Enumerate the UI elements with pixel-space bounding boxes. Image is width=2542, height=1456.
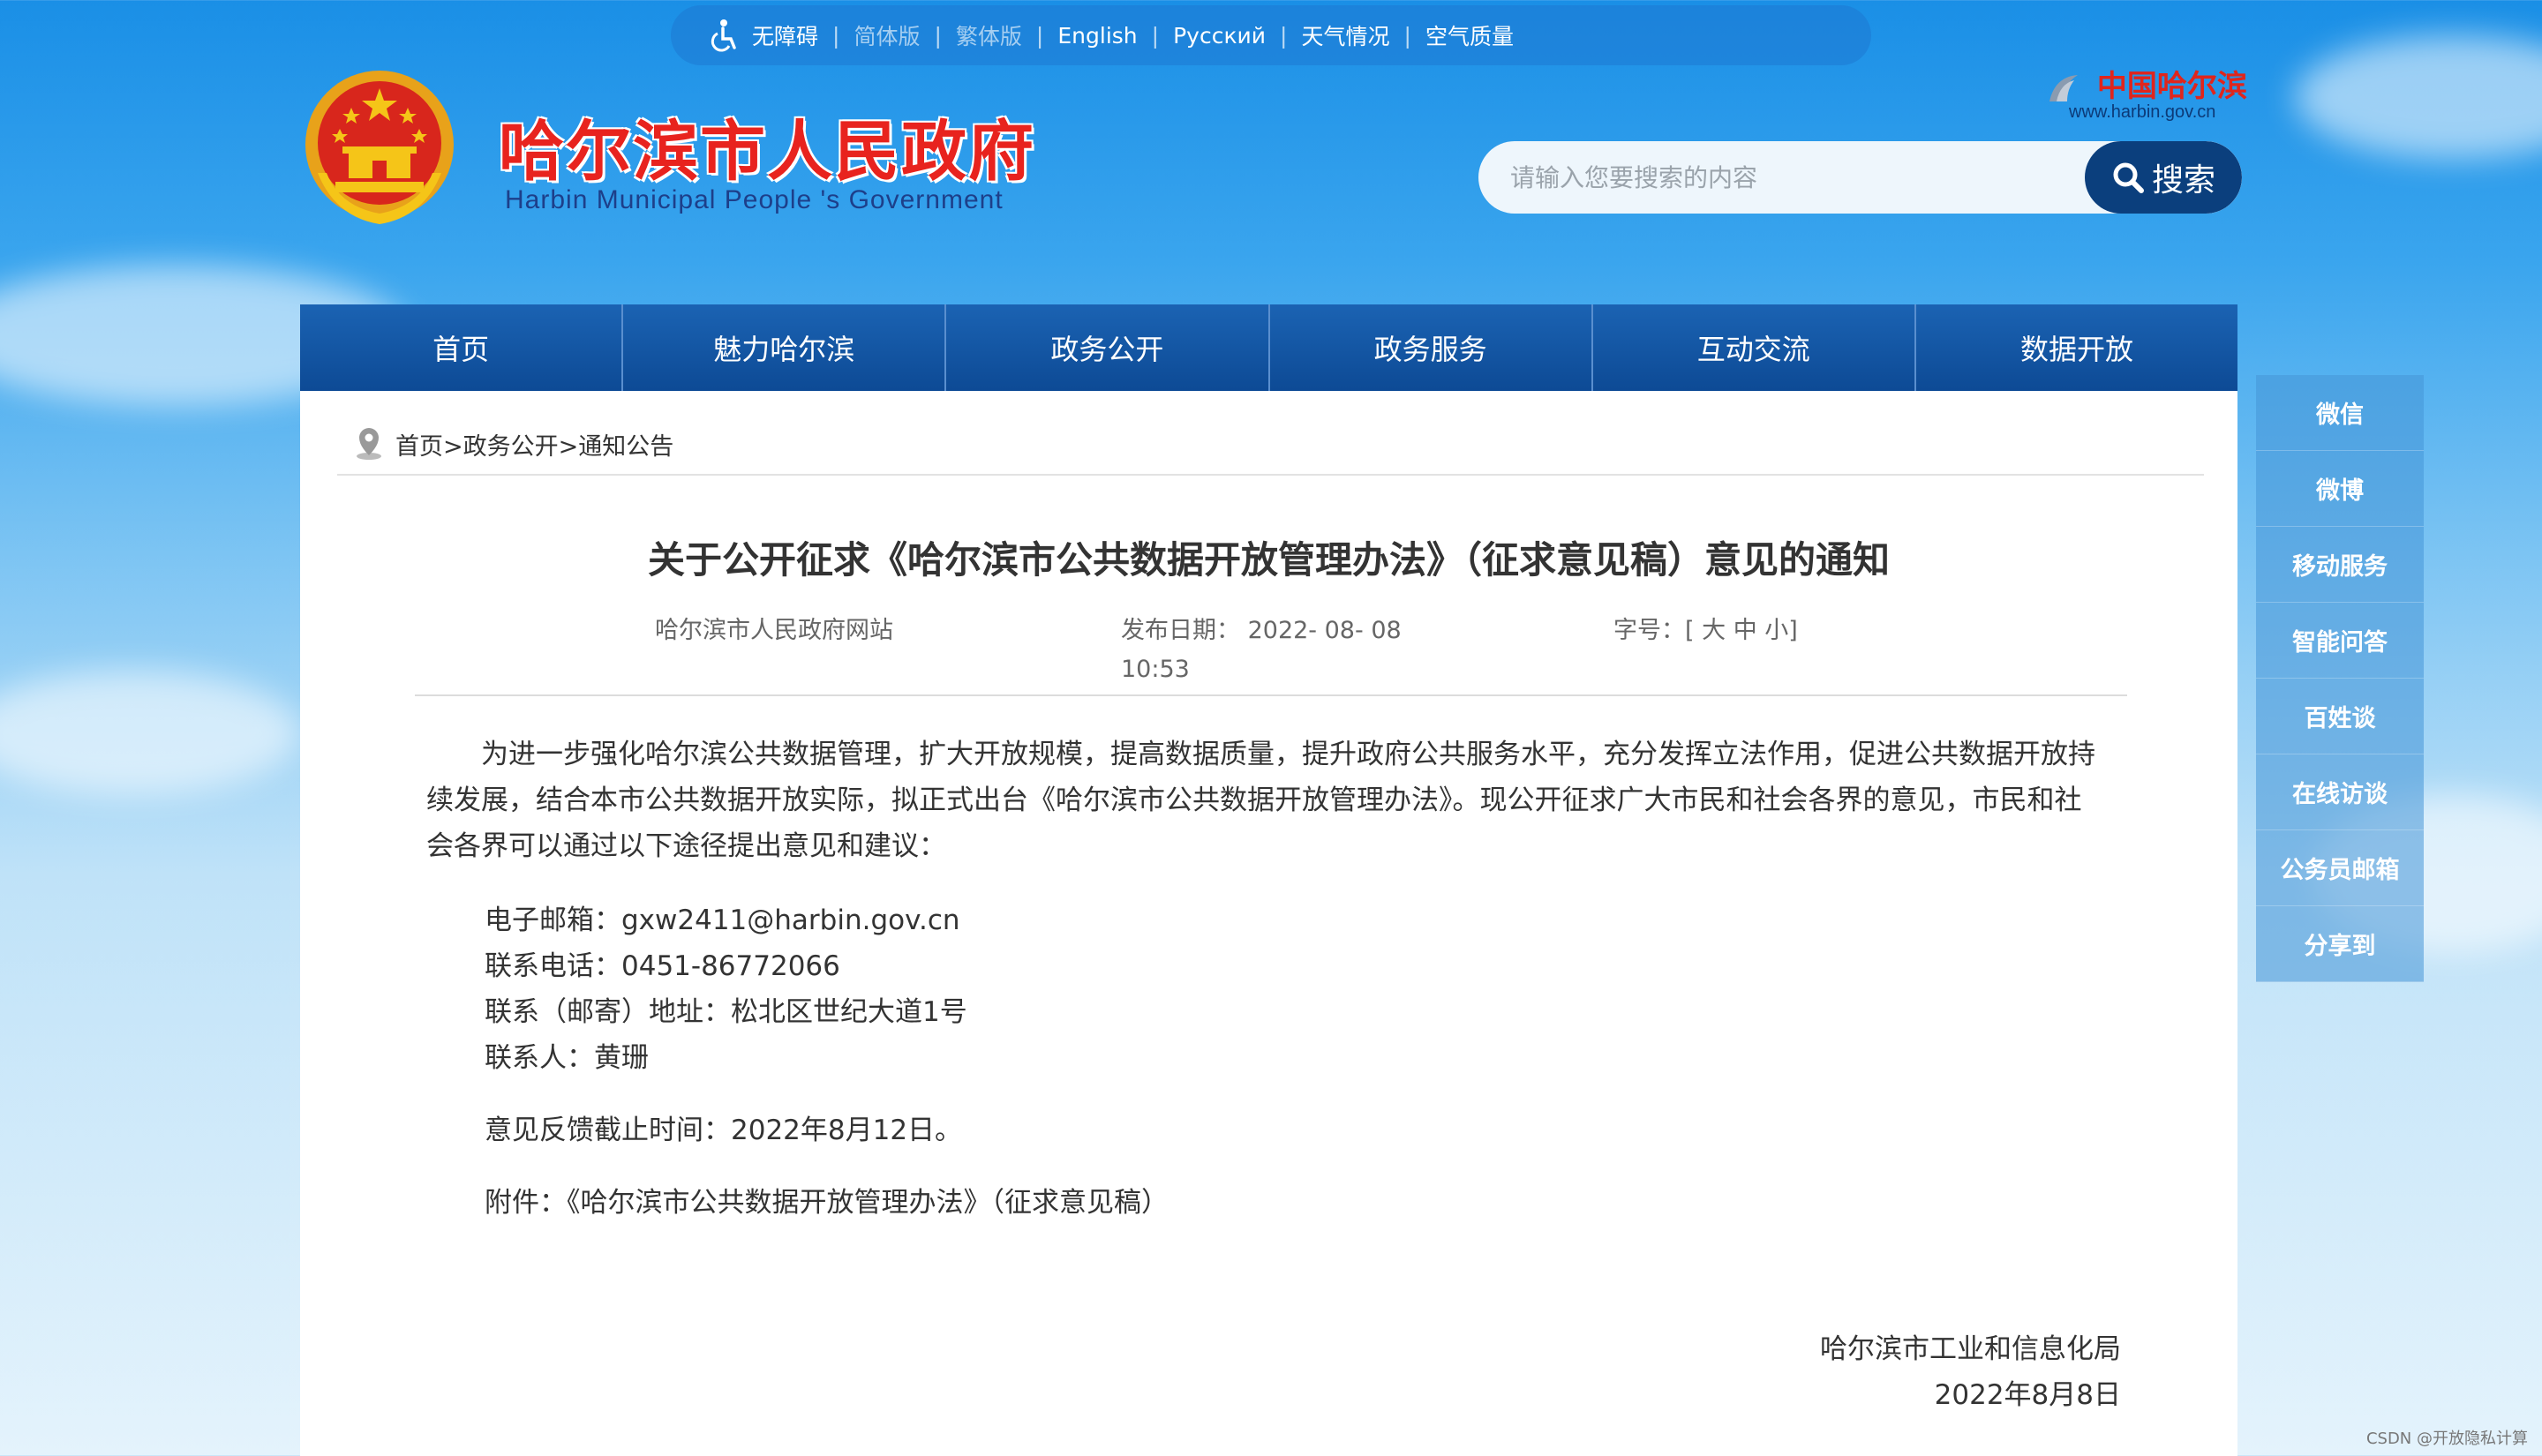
simplified-link[interactable]: 简体版 [854,19,920,51]
font-size-control[interactable]: 字号：[ 大 中 小] [1613,612,1798,650]
national-emblem-logo [305,71,454,224]
side-item-online-interview[interactable]: 在线访谈 [2256,754,2424,830]
separator: | [934,22,942,49]
side-float-menu: 微信 微博 移动服务 智能问答 百姓谈 在线访谈 公务员邮箱 分享到 [2256,375,2424,982]
nav-item-open-data[interactable]: 数据开放 [1916,304,2237,391]
brand-name: 中国哈尔滨 [2096,69,2247,104]
contact-address: 联系（邮寄）地址：松北区世纪大道1号 [485,996,967,1028]
article-title: 关于公开征求《哈尔滨市公共数据开放管理办法》（征求意见稿）意见的通知 [647,538,1890,582]
article-paragraph: 为进一步强化哈尔滨公共数据管理，扩大开放规模，提高数据质量，提升政府公共服务水平… [426,739,2095,862]
attachment-link[interactable]: 附件：《哈尔滨市公共数据开放管理办法》（征求意见稿） [485,1180,1169,1226]
side-item-public-talk[interactable]: 百姓谈 [2256,679,2424,754]
traditional-link[interactable]: 繁体版 [956,19,1022,51]
accessibility-icon[interactable] [706,18,741,53]
english-link[interactable]: English [1057,23,1137,49]
nav-item-gov-affairs[interactable]: 政务公开 [946,304,1270,391]
breadcrumb: 首页>政务公开>通知公告 [353,426,673,462]
main-nav: 首页 魅力哈尔滨 政务公开 政务服务 互动交流 数据开放 [300,304,2237,391]
top-utility-bar: 无障碍 | 简体版 | 繁体版 | English | Русский | 天气… [671,5,1871,65]
article-publish-date: 发布日期： 2022- 08- 08 10:53 [1121,612,1402,689]
divider [337,474,2204,476]
search-icon [2113,162,2144,193]
search-box: 搜索 [1478,141,2242,214]
weather-link[interactable]: 天气情况 [1301,19,1389,51]
brand-mark-icon [2049,75,2078,101]
date-value: 2022- 08- 08 [1247,617,1402,644]
feedback-deadline: 意见反馈截止时间：2022年8月12日。 [485,1115,963,1146]
content-panel: 首页>政务公开>通知公告 关于公开征求《哈尔滨市公共数据开放管理办法》（征求意见… [300,391,2237,1456]
contact-person: 联系人：黄珊 [485,1042,649,1074]
side-item-smart-qa[interactable]: 智能问答 [2256,603,2424,679]
nav-item-gov-services[interactable]: 政务服务 [1270,304,1593,391]
search-button-label: 搜索 [2151,162,2215,199]
separator: | [1035,22,1044,49]
signer-name: 哈尔滨市工业和信息化局 [1820,1333,2121,1365]
search-input[interactable] [1478,141,2096,214]
contact-phone: 联系电话：0451-86772066 [485,950,840,982]
air-quality-link[interactable]: 空气质量 [1425,19,1514,51]
accessibility-link[interactable]: 无障碍 [752,19,818,51]
nav-item-home[interactable]: 首页 [300,304,624,391]
location-pin-icon [357,428,381,460]
cloud-decoration [0,671,300,794]
search-button[interactable]: 搜索 [2085,141,2242,214]
brand-logo[interactable]: 中国哈尔滨 [2046,62,2247,105]
sign-date: 2022年8月8日 [1934,1379,2121,1411]
side-item-civil-servant-mail[interactable]: 公务员邮箱 [2256,830,2424,906]
side-item-weibo[interactable]: 微博 [2256,451,2424,527]
separator: | [1280,22,1288,49]
site-title: 哈尔滨市人民政府 [499,114,1035,190]
time-value: 10:53 [1121,656,1190,683]
nav-item-charm-harbin[interactable]: 魅力哈尔滨 [623,304,947,391]
contact-email: 电子邮箱：gxw2411@harbin.gov.cn [485,904,960,936]
brand-url[interactable]: www.harbin.gov.cn [2069,102,2215,123]
side-item-share[interactable]: 分享到 [2256,906,2424,982]
separator: | [1403,22,1411,49]
separator: | [832,22,840,49]
separator: | [1151,22,1160,49]
article-source: 哈尔滨市人民政府网站 [655,617,893,644]
nav-item-interaction[interactable]: 互动交流 [1593,304,1916,391]
russian-link[interactable]: Русский [1173,23,1266,49]
site-subtitle: Harbin Municipal People 's Government [505,185,1004,214]
side-item-wechat[interactable]: 微信 [2256,375,2424,451]
article-body: 为进一步强化哈尔滨公共数据管理，扩大开放规模，提高数据质量，提升政府公共服务水平… [426,732,2102,869]
watermark: CSDN @开放隐私计算 [2365,1430,2528,1448]
contact-info: 电子邮箱：gxw2411@harbin.gov.cn 联系电话：0451-867… [485,897,967,1081]
divider [415,694,2127,696]
cloud-decoration [2295,35,2542,159]
date-label: 发布日期： [1121,617,1240,644]
signature-block: 哈尔滨市工业和信息化局 2022年8月8日 [1820,1326,2121,1418]
breadcrumb-text[interactable]: 首页>政务公开>通知公告 [395,427,673,462]
side-item-mobile-service[interactable]: 移动服务 [2256,527,2424,603]
